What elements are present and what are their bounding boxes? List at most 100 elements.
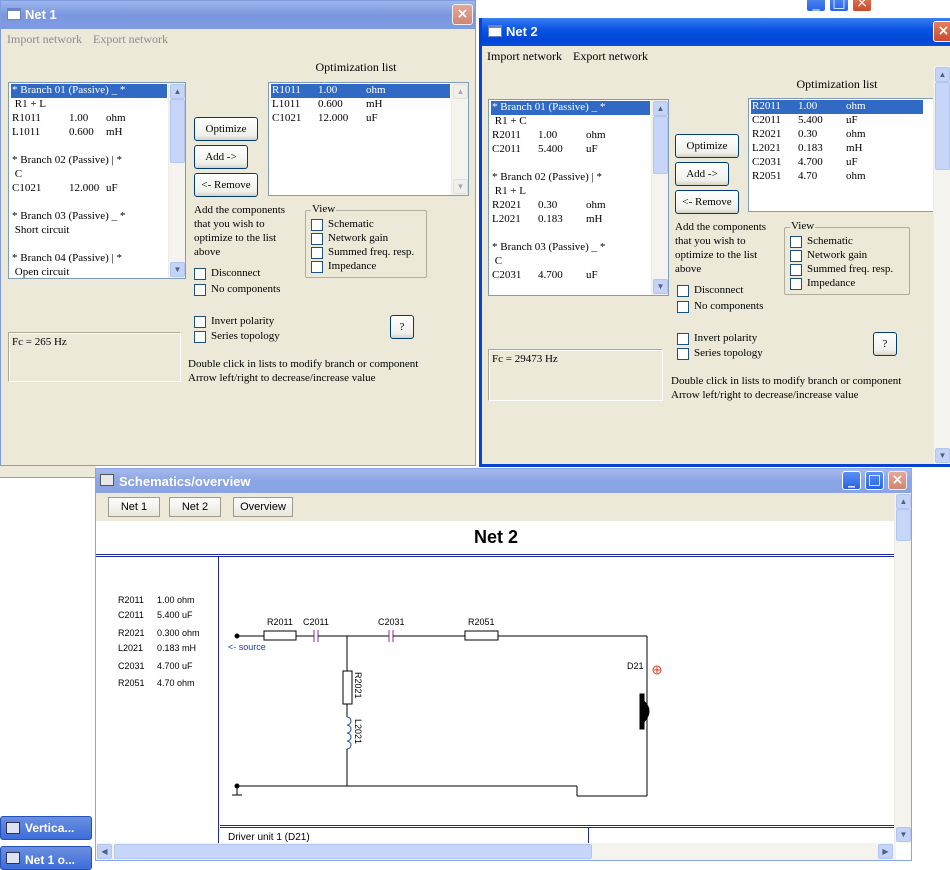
taskbar-item-2[interactable]: Net 1 o...: [0, 846, 92, 870]
net1-close-button[interactable]: ×: [452, 4, 473, 25]
list-item[interactable]: L2021 0.183 mH: [751, 142, 923, 156]
net1-add-button[interactable]: Add ->: [194, 145, 248, 169]
schematics-vscrollbar[interactable]: ▲ ▼: [894, 493, 911, 843]
list-item[interactable]: [11, 196, 167, 210]
schematics-maximize-button[interactable]: □: [865, 471, 884, 490]
list-cell: uF: [586, 143, 598, 155]
schematics-window: Schematics/overview _ □ × Net 1 Net 2 Ov…: [95, 468, 912, 861]
schematics-titlebar[interactable]: Schematics/overview _ □ ×: [96, 469, 911, 493]
net2-window-scrollbar[interactable]: ▲ ▼: [933, 66, 950, 464]
list-item[interactable]: R2051 4.70 ohm: [751, 170, 923, 184]
list-item[interactable]: * Branch 04 (Passive) | *: [11, 252, 167, 266]
list-cell: Short circuit: [12, 224, 70, 236]
list-item[interactable]: C1021 12.000 uF: [271, 112, 450, 126]
list-item[interactable]: * Branch 01 (Passive) _ *: [11, 84, 167, 98]
list-item[interactable]: C2031 4.700 uF: [751, 156, 923, 170]
net2-menu-import[interactable]: Import network: [487, 49, 562, 64]
net2-menu-export[interactable]: Export network: [573, 49, 648, 64]
scroll-left-arrow-icon[interactable]: ◀: [97, 844, 112, 859]
list-item[interactable]: L1011 0.600 mH: [11, 126, 167, 140]
list-item[interactable]: R2021 0.30 ohm: [751, 128, 923, 142]
taskbar-item-1[interactable]: Vertica...: [0, 816, 92, 840]
net1-optimize-button[interactable]: Optimize: [194, 117, 258, 141]
list-item[interactable]: C2011 5.400 uF: [491, 143, 650, 157]
scroll-right-arrow-icon[interactable]: ▶: [878, 844, 893, 859]
scroll-up-arrow-icon[interactable]: ▲: [653, 101, 668, 116]
net1-opt-scrollbar[interactable]: ▲ ▼: [451, 83, 468, 195]
list-item[interactable]: L2021 0.183 mH: [491, 213, 650, 227]
scroll-up-arrow-icon[interactable]: ▲: [453, 84, 468, 99]
net1-titlebar[interactable]: Net 1 ×: [1, 1, 475, 29]
list-item[interactable]: Open circuit: [11, 266, 167, 278]
list-item[interactable]: L1011 0.600 mH: [271, 98, 450, 112]
scroll-thumb[interactable]: [935, 82, 950, 170]
list-item[interactable]: R1011 1.00 ohm: [271, 84, 450, 98]
list-item[interactable]: [491, 157, 650, 171]
schematics-hscrollbar[interactable]: ◀ ▶: [96, 843, 896, 860]
scroll-down-arrow-icon[interactable]: ▼: [935, 448, 950, 463]
list-item[interactable]: * Branch 02 (Passive) | *: [491, 171, 650, 185]
list-item[interactable]: R2011 1.00 ohm: [751, 100, 923, 114]
scroll-down-arrow-icon[interactable]: ▼: [896, 827, 911, 842]
net2-branches-scrollbar[interactable]: ▲ ▼: [651, 100, 668, 295]
background-window-buttons: _ □ ×: [806, 0, 878, 12]
list-cell: C2011: [752, 114, 781, 126]
net2-remove-button[interactable]: <- Remove: [675, 190, 739, 214]
scroll-thumb[interactable]: [653, 116, 668, 174]
list-item[interactable]: * Branch 03 (Passive) _ *: [11, 210, 167, 224]
net2-branches-list[interactable]: * Branch 01 (Passive) _ * R1 + C R2011 1.0…: [488, 99, 669, 296]
schematics-minimize-button[interactable]: _: [842, 471, 861, 490]
bg-minimize-button[interactable]: _: [806, 0, 826, 12]
list-item[interactable]: C1021 12.000 uF: [11, 182, 167, 196]
list-item[interactable]: C: [11, 168, 167, 182]
list-item[interactable]: R1011 1.00 ohm: [11, 112, 167, 126]
scroll-down-arrow-icon[interactable]: ▼: [170, 262, 185, 277]
tab-overview[interactable]: Overview: [233, 497, 293, 517]
list-item[interactable]: [11, 140, 167, 154]
schematics-close-button[interactable]: ×: [888, 471, 907, 490]
scroll-up-arrow-icon[interactable]: ▲: [170, 84, 185, 99]
scroll-thumb[interactable]: [896, 509, 911, 541]
list-item[interactable]: * Branch 02 (Passive) | *: [11, 154, 167, 168]
list-item[interactable]: * Branch 01 (Passive) _ *: [491, 101, 650, 115]
net1-footer-1: Double click in lists to modify branch o…: [188, 358, 419, 370]
net2-window: Net 2 × Import network Export network * …: [479, 18, 950, 467]
list-cell: R1011: [272, 84, 301, 96]
list-item[interactable]: R1 + L: [491, 185, 650, 199]
list-item[interactable]: [491, 227, 650, 241]
scroll-up-arrow-icon[interactable]: ▲: [935, 67, 950, 82]
net2-add-button[interactable]: Add ->: [675, 162, 729, 186]
tab-net1[interactable]: Net 1: [108, 497, 160, 517]
net2-opt-list[interactable]: R2011 1.00 ohm C2011 5.400 uF R2021 0.30 ohm L202…: [748, 98, 942, 212]
bg-maximize-button[interactable]: □: [829, 0, 849, 12]
net2-close-button[interactable]: ×: [933, 21, 950, 42]
net1-menu-import[interactable]: Import network: [7, 32, 82, 47]
list-item[interactable]: C2011 5.400 uF: [751, 114, 923, 128]
list-item[interactable]: Short circuit: [11, 224, 167, 238]
list-item[interactable]: * Branch 03 (Passive) _ *: [491, 241, 650, 255]
list-item[interactable]: R2021 0.30 ohm: [491, 199, 650, 213]
net1-opt-list[interactable]: R1011 1.00 ohm L1011 0.600 mH C1021 12.000 uF ▲ …: [268, 82, 469, 196]
net1-help-button[interactable]: ?: [390, 315, 414, 339]
scroll-thumb[interactable]: [114, 844, 592, 859]
scroll-up-arrow-icon[interactable]: ▲: [896, 494, 911, 509]
list-item[interactable]: [11, 238, 167, 252]
net1-fc-panel: Fc = 265 Hz: [8, 332, 181, 382]
list-item[interactable]: C: [491, 255, 650, 269]
net1-menu-export[interactable]: Export network: [93, 32, 168, 47]
tab-net2[interactable]: Net 2: [169, 497, 221, 517]
net1-branches-list[interactable]: * Branch 01 (Passive) _ * R1 + L R1011 1.0…: [8, 82, 186, 279]
net1-branches-scrollbar[interactable]: ▲ ▼: [168, 83, 185, 278]
list-item[interactable]: C2031 4.700 uF: [491, 269, 650, 283]
net2-titlebar[interactable]: Net 2 ×: [482, 18, 950, 46]
net1-remove-button[interactable]: <- Remove: [194, 173, 258, 197]
scroll-thumb[interactable]: [170, 99, 185, 163]
list-item[interactable]: R1 + C: [491, 115, 650, 129]
net2-optimize-button[interactable]: Optimize: [675, 134, 739, 158]
list-item[interactable]: R2011 1.00 ohm: [491, 129, 650, 143]
bg-close-button[interactable]: ×: [852, 0, 872, 12]
scroll-down-arrow-icon[interactable]: ▼: [653, 279, 668, 294]
scroll-down-arrow-icon[interactable]: ▼: [453, 179, 468, 194]
net2-help-button[interactable]: ?: [873, 332, 897, 356]
list-item[interactable]: R1 + L: [11, 98, 167, 112]
